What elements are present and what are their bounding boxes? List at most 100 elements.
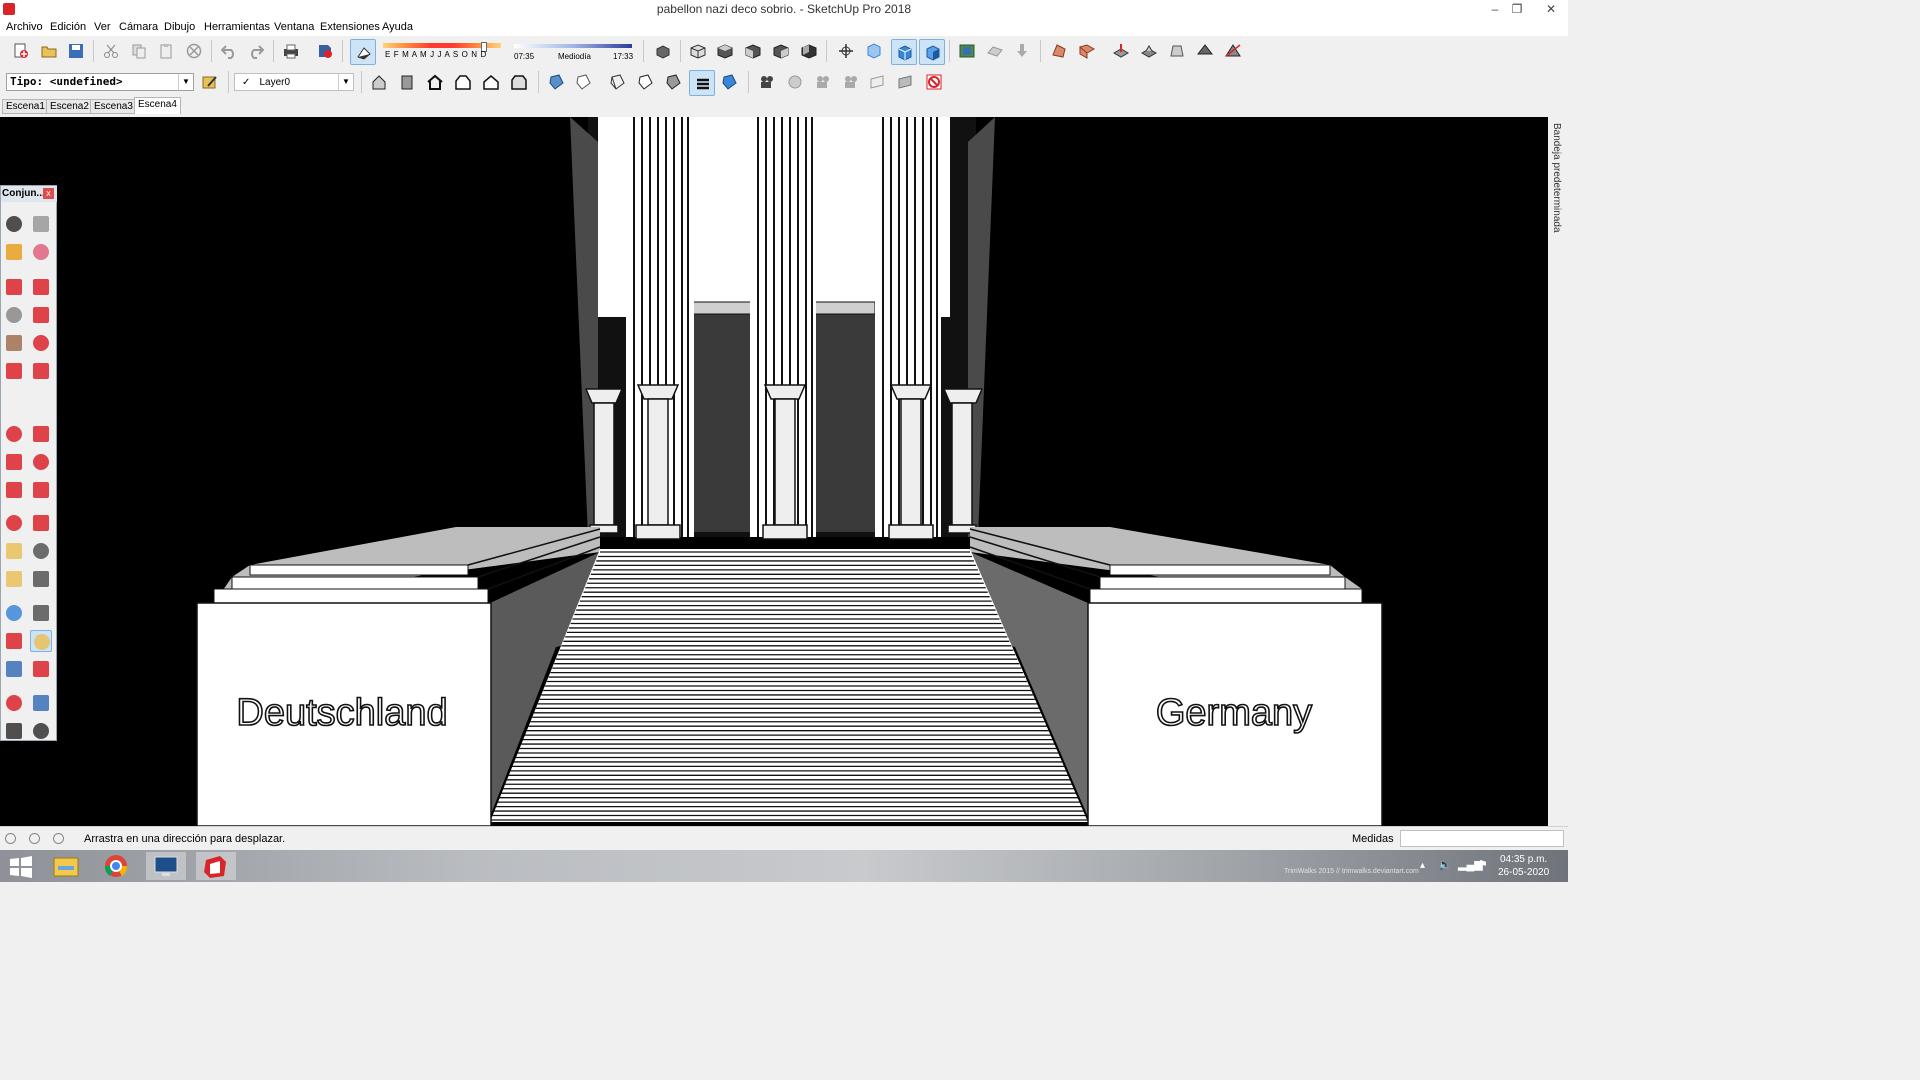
- style-back-edges-button[interactable]: [572, 71, 594, 93]
- model-info-button[interactable]: [314, 40, 336, 62]
- top-view-button[interactable]: [714, 40, 736, 62]
- tab-escena1[interactable]: Escena1: [2, 99, 49, 114]
- type-details-button[interactable]: [199, 71, 221, 93]
- camera-remove-button[interactable]: [840, 71, 862, 93]
- print-button[interactable]: [280, 40, 302, 62]
- add-detail-button[interactable]: [1194, 40, 1216, 62]
- select-tool-button[interactable]: [3, 213, 25, 235]
- shaded-button[interactable]: [919, 39, 945, 65]
- polygon-tool-button[interactable]: [30, 332, 52, 354]
- menu-camara[interactable]: Cámara: [119, 21, 158, 33]
- camera-position-button[interactable]: [756, 71, 778, 93]
- orbit-tool-button[interactable]: [3, 630, 25, 652]
- style-wireframe-button[interactable]: [606, 71, 628, 93]
- top-std-view-button[interactable]: [396, 71, 418, 93]
- save-button[interactable]: [65, 40, 87, 62]
- taskbar-explorer[interactable]: [46, 852, 86, 880]
- section-cut-button[interactable]: [895, 71, 917, 93]
- pan-tool-button[interactable]: [30, 630, 52, 652]
- look-around-tool-button[interactable]: [30, 720, 52, 742]
- menu-herramientas[interactable]: Herramientas: [204, 21, 270, 33]
- menu-edicion[interactable]: Edición: [50, 21, 86, 33]
- eraser-tool-button[interactable]: [30, 241, 52, 263]
- minimize-button[interactable]: –: [1484, 1, 1506, 17]
- rotated-rectangle-tool-button[interactable]: [30, 304, 52, 326]
- tab-escena3[interactable]: Escena3: [90, 99, 137, 114]
- back-std-view-button[interactable]: [480, 71, 502, 93]
- line-tool-button[interactable]: [3, 276, 25, 298]
- geo-status-icon[interactable]: [5, 833, 16, 844]
- arc-tool-button[interactable]: [3, 360, 25, 382]
- front-std-view-button[interactable]: [424, 71, 446, 93]
- text-tool-button[interactable]: [30, 568, 52, 590]
- toggle-terrain-button[interactable]: [1011, 40, 1033, 62]
- stamp-button[interactable]: [1138, 40, 1160, 62]
- tape-measure-tool-button[interactable]: [3, 540, 25, 562]
- restore-button[interactable]: ❐: [1506, 1, 1528, 17]
- redo-button[interactable]: [245, 40, 267, 62]
- taskbar-chrome[interactable]: [96, 852, 136, 880]
- clear-section-button[interactable]: [923, 71, 945, 93]
- sandbox-contours-button[interactable]: [1048, 40, 1070, 62]
- paint-bucket-tool-button[interactable]: [3, 241, 25, 263]
- action-center-icon[interactable]: ⚑: [1478, 858, 1488, 871]
- camera-add-button[interactable]: [812, 71, 834, 93]
- layer-dropdown[interactable]: ✓ Layer0 ▼: [234, 73, 354, 91]
- sandbox-scratch-button[interactable]: [1076, 40, 1098, 62]
- style-monochrome-button[interactable]: [718, 71, 740, 93]
- menu-extensiones[interactable]: Extensiones: [320, 21, 380, 33]
- 3d-text-tool-button[interactable]: [30, 602, 52, 624]
- make-component-tool-button[interactable]: [30, 213, 52, 235]
- paste-button[interactable]: [155, 40, 177, 62]
- measurements-input[interactable]: [1400, 830, 1564, 847]
- drape-button[interactable]: [1166, 40, 1188, 62]
- flip-edge-button[interactable]: [1222, 40, 1244, 62]
- taskbar-sketchup[interactable]: [196, 852, 236, 880]
- components-button[interactable]: [652, 40, 674, 62]
- freehand-tool-button[interactable]: [30, 276, 52, 298]
- copy-button[interactable]: [128, 40, 150, 62]
- rotate-tool-button[interactable]: [3, 479, 25, 501]
- type-dropdown[interactable]: Tipo: <undefined> ▼: [6, 73, 194, 91]
- start-button[interactable]: [0, 852, 40, 880]
- two-point-arc-tool-button[interactable]: [30, 360, 52, 382]
- rectangle-tool-button[interactable]: [3, 304, 25, 326]
- menu-archivo[interactable]: Archivo: [6, 21, 43, 33]
- menu-ayuda[interactable]: Ayuda: [382, 21, 413, 33]
- shadows-toggle-button[interactable]: [350, 39, 376, 65]
- hidden-line-button[interactable]: [891, 39, 917, 65]
- zoom-extents-tool-button[interactable]: [3, 692, 25, 714]
- menu-ventana[interactable]: Ventana: [274, 21, 314, 33]
- geo-location-button[interactable]: [956, 40, 978, 62]
- back-view-button[interactable]: [798, 40, 820, 62]
- new-model-button[interactable]: [10, 40, 32, 62]
- right-std-view-button[interactable]: [452, 71, 474, 93]
- palette-close-button[interactable]: x: [43, 188, 54, 199]
- circle-tool-button[interactable]: [3, 332, 25, 354]
- style-textured-button[interactable]: [689, 70, 715, 96]
- iso-view-button[interactable]: [687, 40, 709, 62]
- dimension-tool-button[interactable]: [30, 540, 52, 562]
- front-view-button[interactable]: [742, 40, 764, 62]
- axes-tool-button[interactable]: [3, 602, 25, 624]
- section-fill-button[interactable]: [867, 71, 889, 93]
- left-std-view-button[interactable]: [508, 71, 530, 93]
- cut-button[interactable]: [100, 40, 122, 62]
- camera-orbit-button[interactable]: [835, 40, 857, 62]
- tab-escena2[interactable]: Escena2: [46, 99, 93, 114]
- move-tool-button[interactable]: [3, 451, 25, 473]
- style-xray-button[interactable]: [545, 71, 567, 93]
- undo-button[interactable]: [218, 40, 240, 62]
- follow-me-tool-button[interactable]: [30, 479, 52, 501]
- shadow-month-slider[interactable]: E F M A M J J A S O N D: [383, 42, 501, 64]
- shadow-time-slider[interactable]: 07:35 Mediodía 17:33: [514, 42, 634, 64]
- scale-tool-button[interactable]: [3, 512, 25, 534]
- camera-orbit-tool-button[interactable]: [784, 71, 806, 93]
- protractor-tool-button[interactable]: [3, 568, 25, 590]
- xray-button[interactable]: [863, 40, 885, 62]
- user-account-icon[interactable]: [53, 833, 64, 844]
- style-shaded-button[interactable]: [662, 71, 684, 93]
- tab-escena4[interactable]: Escena4: [134, 97, 181, 114]
- offset-tool-button[interactable]: [30, 512, 52, 534]
- menu-ver[interactable]: Ver: [94, 21, 111, 33]
